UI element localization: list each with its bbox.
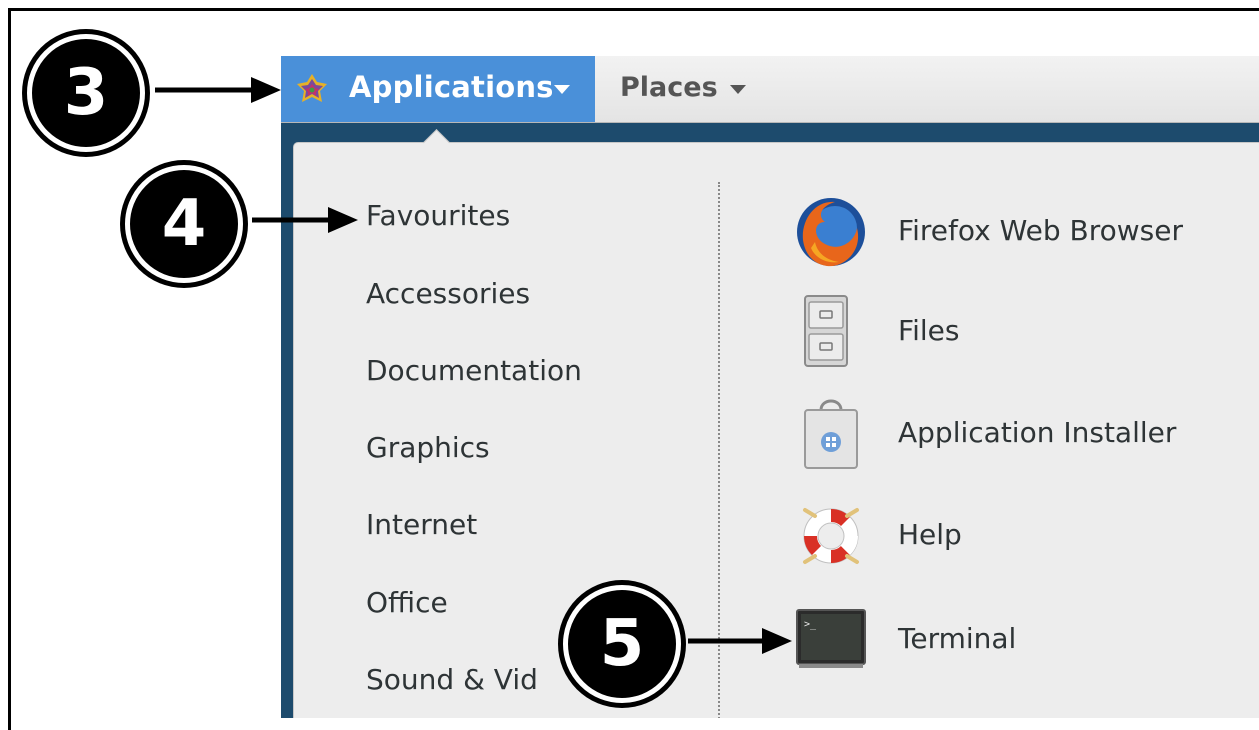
category-documentation[interactable]: Documentation xyxy=(366,354,582,387)
callout-arrow-4 xyxy=(252,207,358,233)
app-item-firefox[interactable]: Firefox Web Browser xyxy=(791,192,1259,272)
app-item-terminal[interactable]: >_ Terminal xyxy=(791,600,1259,680)
category-graphics[interactable]: Graphics xyxy=(366,431,490,464)
app-label-help: Help xyxy=(898,518,962,551)
terminal-icon: >_ xyxy=(796,609,866,668)
callout-badge-3: 3 xyxy=(27,34,145,152)
places-menu-label: Places xyxy=(620,72,718,103)
app-label-terminal: Terminal xyxy=(898,622,1017,655)
callout-arrow-3 xyxy=(155,77,281,103)
applications-menu-label: Applications xyxy=(349,70,554,104)
applications-menu-button[interactable]: Applications xyxy=(281,56,595,122)
app-item-files[interactable]: Files xyxy=(791,292,1259,372)
svg-text:>_: >_ xyxy=(804,619,817,630)
lifebuoy-icon xyxy=(803,508,859,564)
chevron-down-icon xyxy=(554,85,570,94)
category-office[interactable]: Office xyxy=(366,586,448,619)
category-sound-video[interactable]: Sound & Vid xyxy=(366,663,538,696)
app-label-firefox: Firefox Web Browser xyxy=(898,214,1183,247)
desktop-screen: Applications Places Favourites Accessori… xyxy=(281,56,1259,718)
applications-logo-icon xyxy=(297,74,327,102)
places-menu-button[interactable]: Places xyxy=(595,56,765,122)
shopping-bag-icon xyxy=(804,399,858,469)
category-accessories[interactable]: Accessories xyxy=(366,277,530,310)
category-internet[interactable]: Internet xyxy=(366,508,477,541)
app-item-application-installer[interactable]: Application Installer xyxy=(791,394,1259,474)
firefox-icon xyxy=(797,198,865,267)
callout-badge-4: 4 xyxy=(125,165,243,283)
callout-arrow-5 xyxy=(688,628,792,654)
top-bar: Applications Places xyxy=(281,56,1259,123)
app-item-help[interactable]: Help xyxy=(791,496,1259,576)
callout-badge-5: 5 xyxy=(563,585,681,703)
app-label-files: Files xyxy=(898,314,960,347)
file-cabinet-icon xyxy=(804,295,848,367)
app-label-application-installer: Application Installer xyxy=(898,416,1177,449)
category-favourites[interactable]: Favourites xyxy=(366,199,510,232)
chevron-down-icon xyxy=(730,85,746,94)
